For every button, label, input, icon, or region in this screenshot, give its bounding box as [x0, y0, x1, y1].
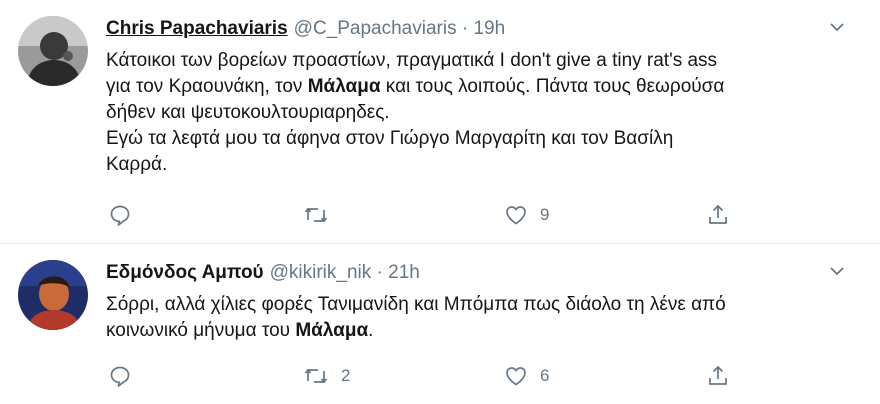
- text-segment: Καρρά.: [106, 154, 168, 175]
- reply-icon: [108, 203, 132, 227]
- tweet-text-line: δήθεν και ψευτοκουλτουριαρηδες.: [106, 100, 850, 126]
- tweet-text-line: Καρρά.: [106, 152, 850, 178]
- retweet-button[interactable]: 2: [303, 364, 350, 388]
- reply-button[interactable]: [108, 364, 144, 388]
- text-segment: κοινωνικό μήνυμα του: [106, 320, 296, 341]
- tweet-content: Εδμόνδος Αμπού @kikirik_nik · 21h Σόρρι, …: [106, 260, 850, 344]
- separator-dot: ·: [461, 18, 469, 39]
- retweet-count: 2: [341, 366, 351, 385]
- timestamp[interactable]: 19h: [473, 18, 505, 39]
- tweet-text-line: για τον Κραουνάκη, τον Μάλαμα και τους λ…: [106, 74, 850, 100]
- highlighted-keyword: Μάλαμα: [307, 76, 381, 97]
- text-segment: και τους λοιπούς. Πάντα τους θεωρούσα: [380, 76, 725, 97]
- text-segment: .: [368, 320, 374, 341]
- chevron-down-icon[interactable]: [828, 262, 850, 284]
- like-button[interactable]: 6: [504, 364, 549, 388]
- like-button[interactable]: 9: [504, 203, 549, 227]
- author-handle[interactable]: @C_Papachaviaris: [294, 18, 457, 39]
- like-count: 9: [540, 205, 550, 224]
- tweet-actions: 9: [106, 203, 746, 227]
- like-icon: [504, 203, 528, 227]
- text-segment: Εγώ τα λεφτά μου τα άφηνα στον Γιώργο Μα…: [106, 128, 674, 149]
- tweet-header: Εδμόνδος Αμπού @kikirik_nik · 21h: [106, 260, 850, 286]
- avatar[interactable]: [18, 16, 88, 86]
- tweet-content: Chris Papachaviaris @C_Papachaviaris · 19…: [106, 16, 850, 178]
- tweet-2[interactable]: Εδμόνδος Αμπού @kikirik_nik · 21h Σόρρι, …: [0, 244, 880, 404]
- text-segment: για τον Κραουνάκη, τον: [106, 76, 308, 97]
- retweet-icon: [303, 203, 329, 227]
- tweet-text-line: Εγώ τα λεφτά μου τα άφηνα στον Γιώργο Μα…: [106, 126, 850, 152]
- author-name[interactable]: Chris Papachaviaris: [106, 18, 288, 39]
- share-button[interactable]: [706, 364, 730, 388]
- retweet-icon: [303, 364, 329, 388]
- tweet-text-line: Σόρρι, αλλά χίλιες φορές Τανιμανίδη και …: [106, 292, 850, 318]
- tweet-actions: 2 6: [106, 364, 746, 388]
- reply-icon: [108, 364, 132, 388]
- like-icon: [504, 364, 528, 388]
- text-segment: Σόρρι, αλλά χίλιες φορές Τανιμανίδη και …: [106, 294, 726, 315]
- share-icon: [706, 203, 730, 227]
- tweet-text: Κάτοικοι των βορείων προαστίων, πραγματι…: [106, 48, 850, 178]
- chevron-down-icon[interactable]: [828, 18, 850, 40]
- text-segment: δήθεν και ψευτοκουλτουριαρηδες.: [106, 102, 390, 123]
- highlighted-keyword: Μάλαμα: [295, 320, 369, 341]
- tweet-1[interactable]: Chris Papachaviaris @C_Papachaviaris · 19…: [0, 0, 880, 244]
- timestamp[interactable]: 21h: [388, 262, 420, 283]
- reply-button[interactable]: [108, 203, 144, 227]
- author-handle[interactable]: @kikirik_nik: [270, 262, 372, 283]
- text-segment: Κάτοικοι των βορείων προαστίων, πραγματι…: [106, 50, 718, 71]
- like-count: 6: [540, 366, 550, 385]
- tweet-text-line: Κάτοικοι των βορείων προαστίων, πραγματι…: [106, 48, 850, 74]
- separator-dot: ·: [376, 262, 383, 283]
- share-icon: [706, 364, 730, 388]
- author-name[interactable]: Εδμόνδος Αμπού: [106, 262, 264, 283]
- tweet-header: Chris Papachaviaris @C_Papachaviaris · 19…: [106, 16, 850, 42]
- tweet-text: Σόρρι, αλλά χίλιες φορές Τανιμανίδη και …: [106, 292, 850, 344]
- retweet-button[interactable]: [303, 203, 341, 227]
- avatar[interactable]: [18, 260, 88, 330]
- tweet-text-line: κοινωνικό μήνυμα του Μάλαμα.: [106, 318, 850, 344]
- share-button[interactable]: [706, 203, 730, 227]
